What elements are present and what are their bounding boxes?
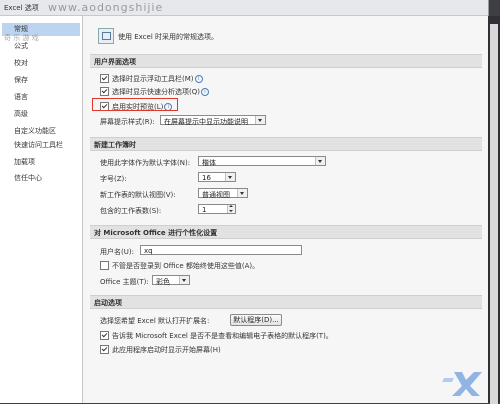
show-start-screen-label: 此应用程序启动时显示开始屏幕(H) (112, 346, 221, 354)
info-icon: i (200, 88, 209, 96)
sidebar-item-label: 语言 (14, 93, 28, 101)
screentip-label: 屏幕提示样式(R): (100, 118, 155, 126)
sidebar-item-label: 高级 (14, 110, 28, 118)
section-title: 启动选项 (94, 299, 122, 307)
office-theme-label: Office 主题(T): (100, 278, 149, 286)
chevron-down-icon (255, 116, 265, 124)
sidebar-item-advanced[interactable]: 高级 (2, 108, 80, 121)
header-description: 使用 Excel 时采用的常规选项。 (118, 33, 218, 41)
excel-options-window: Excel 选项 www.aodongshijie 常规 公式 校对 保存 语言… (0, 0, 489, 403)
sidebar-item-add-ins[interactable]: 加载项 (2, 156, 80, 169)
sidebar-item-save[interactable]: 保存 (2, 74, 80, 87)
default-font-select[interactable]: 楷体 (198, 156, 326, 167)
extension-label: 选择您希望 Excel 默认打开扩展名: (100, 317, 210, 325)
sidebar-item-label: 常规 (14, 25, 28, 33)
always-use-checkbox[interactable] (100, 261, 109, 270)
sheet-count-value: 1 (202, 206, 207, 214)
chevron-down-icon (237, 189, 247, 197)
chevron-down-icon (315, 157, 325, 165)
sidebar: 常规 公式 校对 保存 语言 高级 自定义功能区 快速访问工具栏 加载项 信任中… (0, 16, 83, 403)
sidebar-item-proofing[interactable]: 校对 (2, 57, 80, 70)
always-use-label: 不管是否登录到 Office 都始终使用这些值(A)。 (112, 262, 260, 270)
watermark-tagline: 奇 乐 游 戏 (4, 34, 39, 42)
sidebar-item-label: 自定义功能区 (14, 127, 56, 135)
font-size-label: 字号(Z): (100, 175, 127, 183)
tell-me-label: 告诉我 Microsoft Excel 是否不是查看和编辑电子表格的默认程序(T… (112, 332, 333, 340)
quick-analysis-label: 选择时显示快速分析选项(Q) i (112, 87, 209, 97)
live-preview-highlight (92, 98, 178, 111)
background-scrollbar[interactable] (488, 16, 500, 404)
info-icon: i (194, 75, 203, 83)
sidebar-item-label: 加载项 (14, 158, 35, 166)
section-personalize: 对 Microsoft Office 进行个性化设置 (90, 225, 482, 239)
sidebar-item-language[interactable]: 语言 (2, 91, 80, 104)
section-title: 新建工作簿时 (94, 141, 136, 149)
main-panel: 使用 Excel 时采用的常规选项。 用户界面选项 选择时显示浮动工具栏(M) i… (84, 16, 488, 403)
section-title: 用户界面选项 (94, 58, 136, 66)
default-view-select[interactable]: 普通视图 (198, 188, 248, 199)
general-options-icon (98, 28, 114, 44)
quick-analysis-checkbox[interactable] (100, 87, 109, 96)
section-ui-options: 用户界面选项 (90, 54, 482, 68)
window-title: Excel 选项 (4, 4, 39, 12)
tell-me-checkbox[interactable] (100, 331, 109, 340)
sidebar-item-customize-ribbon[interactable]: 自定义功能区 (2, 125, 80, 138)
sidebar-item-quick-access[interactable]: 快速访问工具栏 (2, 139, 80, 152)
view-value: 普通视图 (202, 191, 230, 199)
sidebar-item-label: 公式 (14, 42, 28, 50)
office-theme-select[interactable]: 彩色 (152, 275, 190, 286)
section-title: 对 Microsoft Office 进行个性化设置 (94, 229, 218, 237)
sidebar-item-label: 保存 (14, 76, 28, 84)
site-logo-icon (442, 372, 482, 396)
username-input[interactable]: xq (140, 245, 302, 255)
chevron-down-icon (179, 276, 189, 284)
sidebar-item-trust-center[interactable]: 信任中心 (2, 172, 80, 185)
default-font-label: 使用此字体作为默认字体(N): (100, 159, 191, 167)
screentip-style-select[interactable]: 在屏幕提示中显示功能说明 (160, 115, 266, 126)
watermark-text: www.aodongshijie (48, 1, 164, 14)
chevron-down-icon (225, 173, 235, 181)
font-value: 楷体 (202, 159, 216, 167)
sheet-count-stepper[interactable]: 1 (198, 204, 236, 214)
section-new-workbook: 新建工作簿时 (90, 137, 482, 151)
mini-toolbar-checkbox[interactable] (100, 74, 109, 83)
quick-analysis-text: 选择时显示快速分析选项(Q) (112, 88, 200, 96)
mini-toolbar-label: 选择时显示浮动工具栏(M) i (112, 74, 203, 84)
sidebar-item-label: 信任中心 (14, 174, 42, 182)
sidebar-item-label: 快速访问工具栏 (14, 141, 63, 149)
sidebar-item-label: 校对 (14, 59, 28, 67)
username-label: 用户名(U): (100, 248, 134, 256)
spinner-icon[interactable] (227, 205, 235, 213)
scrollbar-thumb[interactable] (490, 24, 498, 404)
sheet-count-label: 包含的工作表数(S): (100, 207, 162, 215)
size-value: 16 (202, 174, 211, 182)
username-value: xq (144, 247, 153, 255)
font-size-select[interactable]: 16 (198, 172, 236, 182)
mini-toolbar-text: 选择时显示浮动工具栏(M) (112, 75, 194, 83)
default-view-label: 新工作表的默认视图(V): (100, 191, 176, 199)
section-startup: 启动选项 (90, 295, 482, 309)
theme-value: 彩色 (156, 278, 170, 286)
default-programs-button[interactable]: 默认程序(D)... (230, 314, 282, 326)
screentip-value: 在屏幕提示中显示功能说明 (164, 118, 248, 126)
show-start-screen-checkbox[interactable] (100, 345, 109, 354)
